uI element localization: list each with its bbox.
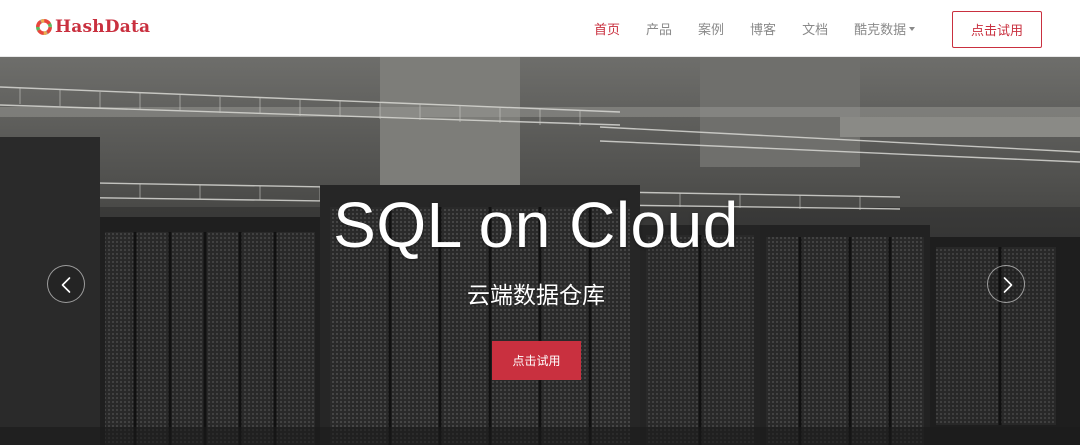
hero-subtitle: 云端数据仓库 xyxy=(467,283,605,309)
main-nav: 首页 产品 案例 博客 文档 酷克数据 xyxy=(594,0,916,57)
header-trial-button[interactable]: 点击试用 xyxy=(952,11,1042,48)
nav-item-blog[interactable]: 博客 xyxy=(750,19,776,38)
nav-item-cases[interactable]: 案例 xyxy=(698,19,724,38)
nav-dropdown-label: 酷克数据 xyxy=(854,23,907,38)
brand-name: HashData xyxy=(55,17,151,37)
chevron-right-icon xyxy=(1003,277,1013,293)
top-navbar: HashData 首页 产品 案例 博客 文档 酷克数据 点击试用 xyxy=(0,0,1080,57)
caret-down-icon xyxy=(909,26,916,31)
page: HashData 首页 产品 案例 博客 文档 酷克数据 点击试用 SQL on… xyxy=(0,0,1080,445)
hashdata-logo-icon xyxy=(36,19,52,35)
brand-logo[interactable]: HashData xyxy=(34,17,150,37)
carousel-prev-button[interactable] xyxy=(47,265,85,303)
nav-item-home[interactable]: 首页 xyxy=(594,19,620,38)
nav-dropdown-company[interactable]: 酷克数据 xyxy=(854,19,916,38)
hero-trial-button[interactable]: 点击试用 xyxy=(492,341,581,380)
nav-item-products[interactable]: 产品 xyxy=(646,19,672,38)
hero-title: SQL on Cloud xyxy=(333,189,739,261)
nav-item-docs[interactable]: 文档 xyxy=(802,19,828,38)
chevron-left-icon xyxy=(61,277,71,293)
carousel-next-button[interactable] xyxy=(987,265,1025,303)
hero-carousel: SQL on Cloud 云端数据仓库 点击试用 xyxy=(0,57,1080,445)
